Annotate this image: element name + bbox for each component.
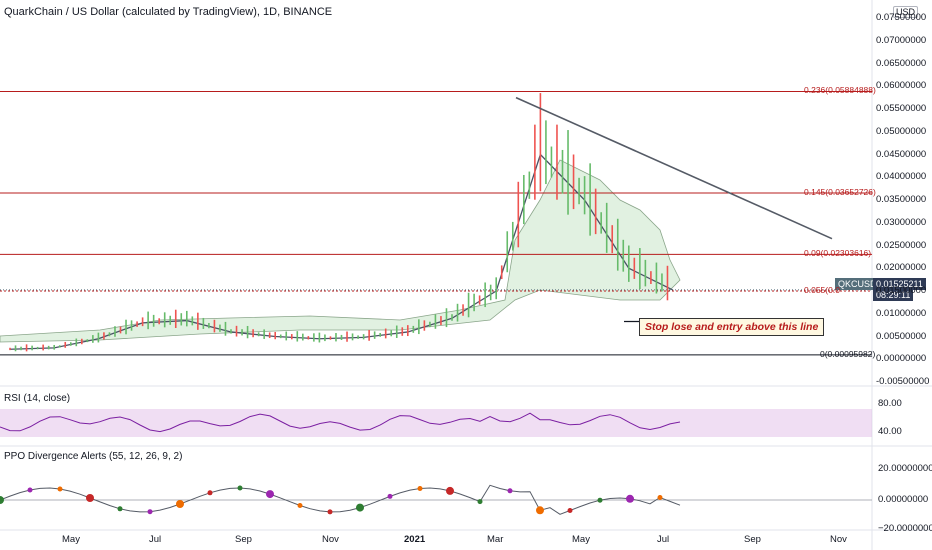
chart-title: QuarkChain / US Dollar (calculated by Tr…	[4, 6, 333, 18]
time-tick: Nov	[830, 534, 847, 545]
price-tick: 0.04000000	[876, 171, 927, 183]
fib-level-label: 0.055(0.0	[804, 285, 840, 295]
indicator-tick: −20.00000000	[878, 523, 932, 534]
price-tick: 0.05000000	[876, 125, 927, 137]
ppo-dot	[297, 503, 303, 508]
price-tick: 0.07000000	[876, 34, 927, 46]
price-tick: 0.02500000	[876, 239, 927, 251]
indicator-tick: 20.00000000	[878, 463, 932, 474]
time-tick: Jul	[149, 534, 162, 545]
ichimoku-cloud	[0, 159, 681, 343]
fib-level-label: 0.145(0.03652726)	[804, 187, 876, 198]
ppo-dot	[657, 495, 663, 500]
time-tick: Jul	[657, 534, 670, 545]
fib-level-label: 0.236(0.05884888)	[804, 85, 876, 96]
price-tick: 0.00000000	[876, 353, 927, 365]
price-tick: 0.05500000	[876, 103, 927, 114]
time-tick: Nov	[322, 534, 339, 545]
ppo-dot	[477, 499, 483, 505]
price-tick: 0.07500000	[876, 12, 927, 23]
rsi-band	[0, 409, 872, 437]
ppo-dot	[507, 488, 513, 494]
time-tick: Sep	[235, 534, 252, 545]
ppo-dot	[237, 485, 243, 491]
price-tick: -0.00500000	[876, 376, 930, 387]
indicator-tick: 0.00000000	[878, 494, 929, 505]
price-tick: 0.03500000	[876, 194, 927, 205]
ppo-dot	[597, 497, 603, 503]
price-tick: 0.06500000	[876, 57, 927, 69]
ppo-dot	[387, 493, 393, 499]
time-tick: Mar	[487, 534, 504, 545]
price-tick: 0.02000000	[876, 262, 927, 274]
price-tick: 0.00500000	[876, 330, 927, 342]
ppo-title: PPO Divergence Alerts (55, 12, 26, 9, 2)	[4, 451, 183, 462]
ppo-dot	[147, 509, 153, 515]
ppo-dot	[266, 490, 274, 499]
fib-level-label: 0.09(0.02303616)	[804, 248, 872, 259]
ppo-dot	[536, 506, 544, 515]
ppo-dot	[567, 508, 573, 513]
ppo-dot	[327, 509, 333, 515]
time-tick: May	[62, 534, 80, 545]
ppo-dot	[86, 494, 94, 502]
ppo-dot	[57, 486, 63, 492]
price-tick: 0.03000000	[876, 216, 927, 228]
ppo-dot	[417, 486, 423, 491]
chart-canvas[interactable]	[0, 0, 932, 550]
ppo-dot	[626, 494, 634, 503]
ppo-dot	[176, 500, 184, 508]
price-tick: 0.06000000	[876, 80, 927, 92]
indicator-tick: 80.00	[878, 398, 902, 409]
fib-level-label: 0(0.00095982)	[820, 348, 876, 359]
price-tick: 0.01500000	[876, 285, 927, 296]
time-tick: 2021	[404, 534, 426, 545]
ppo-dot	[27, 487, 33, 493]
time-tick: Sep	[744, 534, 761, 545]
ppo-dot	[117, 506, 123, 512]
rsi-title: RSI (14, close)	[4, 393, 71, 404]
ppo-dot	[0, 496, 4, 504]
ppo-dot	[356, 503, 364, 512]
time-tick: May	[572, 534, 590, 545]
price-tick: 0.01000000	[876, 307, 927, 319]
stop-loss-annotation: Stop lose and entry above this line	[639, 318, 825, 336]
price-tick: 0.04500000	[876, 148, 927, 160]
ppo-dot	[207, 490, 213, 496]
indicator-tick: 40.00	[878, 426, 902, 437]
ppo-dot	[446, 486, 454, 495]
